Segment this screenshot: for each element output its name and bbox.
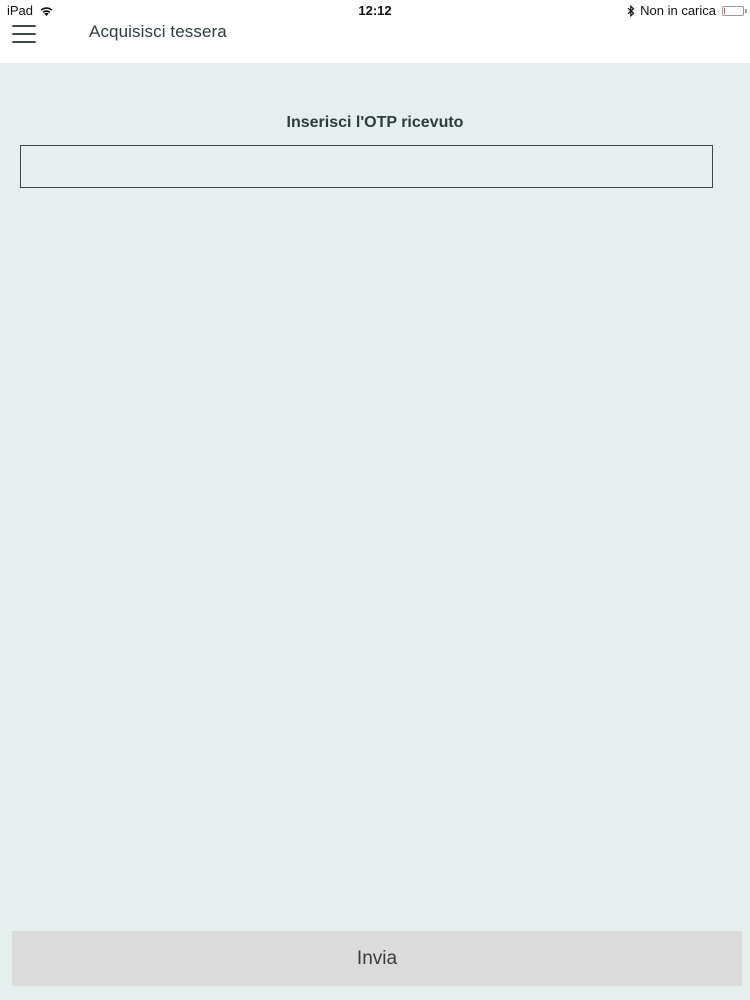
battery-level xyxy=(724,7,725,14)
menu-line xyxy=(12,25,36,27)
charging-status: Non in carica xyxy=(640,3,716,18)
otp-label: Inserisci l'OTP ricevuto xyxy=(286,114,464,131)
screen: iPad 12:12 Non in carica Acquisisci tess… xyxy=(0,0,750,1000)
status-right: Non in carica xyxy=(627,3,747,18)
menu-line xyxy=(12,41,36,43)
hamburger-menu-icon[interactable] xyxy=(12,23,38,45)
nav-bar: Acquisisci tessera xyxy=(0,20,750,63)
otp-input[interactable] xyxy=(20,145,713,188)
submit-button[interactable]: Invia xyxy=(12,931,742,986)
battery-icon xyxy=(722,5,747,16)
status-bar: iPad 12:12 Non in carica xyxy=(0,0,750,20)
bluetooth-icon xyxy=(627,4,635,17)
page-title: Acquisisci tessera xyxy=(89,22,227,41)
menu-line xyxy=(12,33,36,35)
